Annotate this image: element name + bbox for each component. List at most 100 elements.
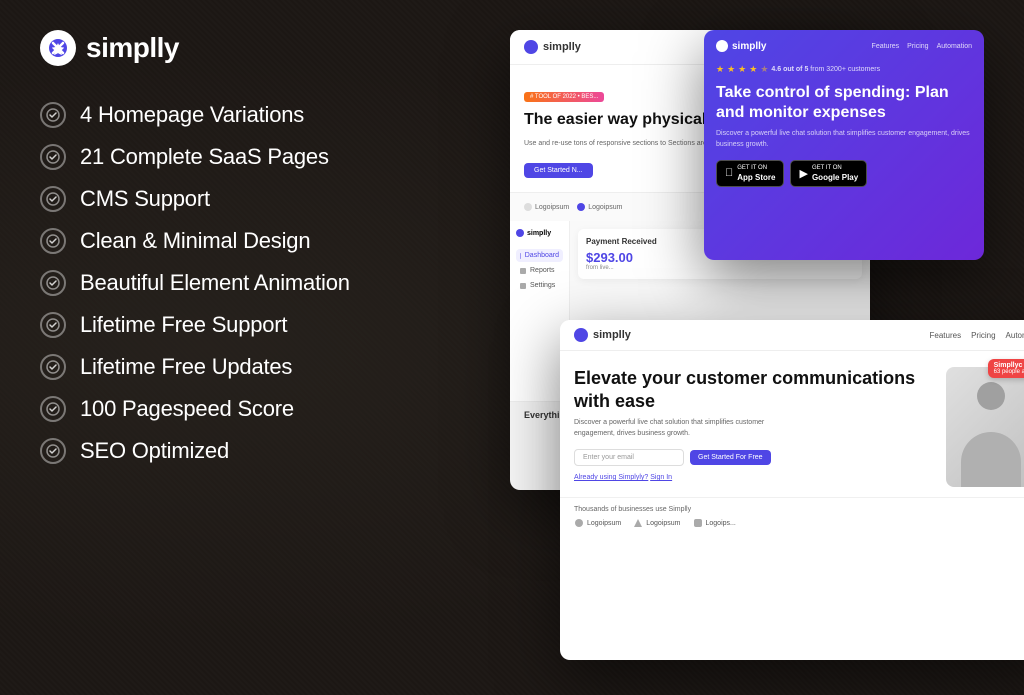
mock-sidebar-logo: simplly [516,229,563,237]
star-4: ★ [749,64,757,75]
feature-text-cms-support: CMS Support [80,186,210,212]
google-play-btn[interactable]: ▶ GET IT ON Google Play [790,160,867,187]
bottom-nav-features: Features [930,331,962,340]
notification-name: Simpllyc [994,362,1024,369]
mock-sidebar-item-reports[interactable]: Reports [516,264,563,277]
purple-rating: ★ ★ ★ ★ ★ 4.6 out of 5 from 3200+ custom… [716,64,972,75]
bottom-logos-title: Thousands of businesses use Simplly [574,506,1024,513]
purple-stars-value: 4.6 out of 5 [771,66,808,73]
purple-nav-link-automation: Automation [937,43,972,50]
purple-rating-customers: from 3200+ customers [810,66,880,73]
feature-item-homepage-variations: 4 Homepage Variations [40,102,480,128]
bottom-mock-nav-links: Features Pricing Automation [930,331,1024,340]
bottom-logo-3: Logoips... [693,518,736,528]
apple-store-btn[interactable]:  GET IT ON App Store [716,160,784,187]
bottom-mock-hero: Elevate your customer communications wit… [560,351,1024,497]
check-icon-element-animation [40,270,66,296]
feature-text-saas-pages: 21 Complete SaaS Pages [80,144,329,170]
logo-icon [40,30,76,66]
check-icon-seo [40,438,66,464]
feature-item-lifetime-updates: Lifetime Free Updates [40,354,480,380]
google-play-text: GET IT ON Google Play [812,165,858,182]
mock-card-sub: from live... [586,265,854,271]
apple-icon:  [725,167,733,179]
feature-item-pagespeed: 100 Pagespeed Score [40,396,480,422]
screenshot-bottom-saas: simplly Features Pricing Automation Elev… [560,320,1024,660]
bottom-logos-section: Thousands of businesses use Simplly Logo… [560,497,1024,536]
bottom-logo-text-2: Logoipsum [646,520,680,527]
feature-text-lifetime-support: Lifetime Free Support [80,312,287,338]
bottom-logo-text-3: Logoips... [706,520,736,527]
mock-main-tag: # TOOL OF 2022 • BES... [524,92,604,102]
page-container: simplly 4 Homepage Variations [0,0,1024,695]
brand-logo[interactable]: simplly [40,30,480,66]
feature-list: 4 Homepage Variations 21 Complete SaaS P… [40,102,480,464]
feature-text-seo: SEO Optimized [80,438,229,464]
bottom-logos-row: Logoipsum Logoipsum Logoips... [574,518,1024,528]
bottom-logo-1: Logoipsum [574,518,621,528]
purple-nav-link-features: Features [872,43,900,50]
purple-nav-logo-icon [716,40,728,52]
feature-item-clean-minimal: Clean & Minimal Design [40,228,480,254]
google-play-icon: ▶ [799,167,807,180]
purple-nav: simplly Features Pricing Automation [716,40,972,52]
purple-nav-link-pricing: Pricing [907,43,928,50]
feature-item-element-animation: Beautiful Element Animation [40,270,480,296]
check-icon-clean-minimal [40,228,66,254]
check-icon-lifetime-updates [40,354,66,380]
apple-store-text: GET IT ON App Store [737,165,775,182]
feature-item-cms-support: CMS Support [40,186,480,212]
purple-title: Take control of spending: Plan and monit… [716,83,972,123]
purple-nav-logo: simplly [716,40,766,52]
google-play-label: GET IT ON [812,165,858,173]
mock-main-nav-logo-text: simplly [543,41,581,53]
bottom-logo-2: Logoipsum [633,518,680,528]
apple-store-name: App Store [737,173,775,182]
feature-text-lifetime-updates: Lifetime Free Updates [80,354,292,380]
bottom-hero-form: Enter your email Get Started For Free [574,449,936,466]
right-panel: simplly Features Pricing Automation # TO… [500,30,984,665]
feature-text-clean-minimal: Clean & Minimal Design [80,228,310,254]
bottom-cta-btn[interactable]: Get Started For Free [690,450,771,465]
check-icon-lifetime-support [40,312,66,338]
notification-badge: Simpllyc 63 people are online [988,359,1024,378]
mock-main-cta-btn[interactable]: Get Started N... [524,163,593,178]
person-avatar [946,367,1024,487]
star-2: ★ [727,64,735,75]
bottom-mock-hero-right: Simpllyc 63 people are online [946,367,1024,487]
feature-text-element-animation: Beautiful Element Animation [80,270,350,296]
apple-store-label: GET IT ON [737,165,775,173]
bottom-hero-title: Elevate your customer communications wit… [574,367,936,412]
purple-header: simplly Features Pricing Automation ★ ★ … [704,30,984,193]
bottom-mock-nav: simplly Features Pricing Automation [560,320,1024,351]
feature-text-pagespeed: 100 Pagespeed Score [80,396,294,422]
feature-text-homepage-variations: 4 Homepage Variations [80,102,304,128]
bottom-signin-link[interactable]: Sign In [650,474,672,481]
bottom-mock-hero-left: Elevate your customer communications wit… [574,367,936,487]
purple-app-btns:  GET IT ON App Store ▶ GET IT ON Google… [716,160,972,187]
bottom-logo-text-1: Logoipsum [587,520,621,527]
bottom-email-placeholder: Enter your email [583,454,634,461]
check-icon-pagespeed [40,396,66,422]
mock-main-nav-logo-icon [524,40,538,54]
feature-item-seo: SEO Optimized [40,438,480,464]
notification-online: 63 people are online [994,369,1024,375]
mock-logo-1: Logoipsum [524,203,569,211]
bottom-nav-automation: Automation [1006,331,1024,340]
bottom-email-input[interactable]: Enter your email [574,449,684,466]
mock-sidebar-item-dashboard[interactable]: Dashboard [516,249,563,262]
check-icon-saas-pages [40,144,66,170]
feature-item-lifetime-support: Lifetime Free Support [40,312,480,338]
bottom-mock-nav-logo-text: simplly [593,329,631,341]
left-panel: simplly 4 Homepage Variations [40,30,480,665]
google-play-name: Google Play [812,173,858,182]
mock-sidebar-item-settings[interactable]: Settings [516,279,563,292]
star-1: ★ [716,64,724,75]
mock-main-nav-logo: simplly [524,40,581,54]
bottom-signin-text: Already using Simplyly? [574,474,648,481]
purple-nav-logo-text: simplly [732,41,766,52]
mock-logo-2: Logoipsum [577,203,622,211]
screenshot-purple: simplly Features Pricing Automation ★ ★ … [704,30,984,260]
bottom-mock-nav-logo-icon [574,328,588,342]
star-5: ★ [760,64,768,75]
